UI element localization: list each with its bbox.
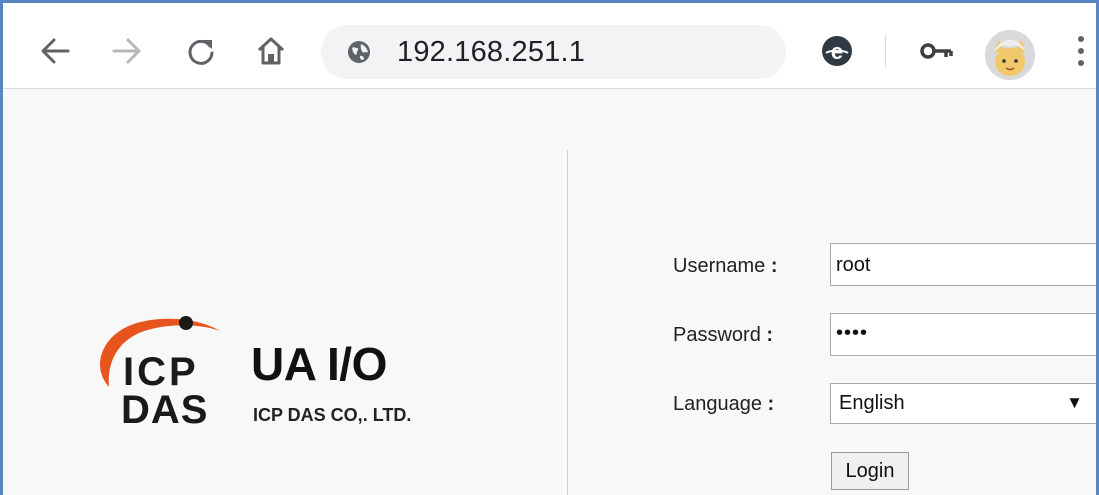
username-label: Username : (673, 255, 778, 277)
content-divider (567, 150, 568, 495)
language-select[interactable]: English ▼ (830, 383, 1096, 424)
browser-window: 192.168.251.1 e ICP DAS UA I/O ICP DAS C… (0, 0, 1099, 495)
home-icon[interactable] (253, 33, 289, 69)
product-title: UA I/O (251, 338, 387, 390)
icpdas-logo: ICP DAS (79, 315, 229, 432)
reload-icon[interactable] (183, 33, 219, 69)
browser-toolbar: 192.168.251.1 e (3, 3, 1096, 89)
password-field[interactable]: •••• (830, 313, 1096, 356)
company-name: ICP DAS CO,. LTD. (253, 405, 412, 425)
forward-arrow-icon[interactable] (109, 33, 145, 69)
password-label: Password : (673, 324, 774, 346)
toolbar-separator (885, 35, 886, 67)
back-arrow-icon[interactable] (37, 33, 73, 69)
address-bar[interactable]: 192.168.251.1 (321, 25, 786, 79)
chevron-down-icon[interactable]: ▼ (1066, 393, 1083, 413)
logo-text-das: DAS (121, 388, 208, 427)
language-label: Language : (673, 393, 775, 415)
username-field[interactable]: root (830, 243, 1096, 286)
ie-extension-icon[interactable]: e (819, 33, 855, 69)
key-icon[interactable] (919, 33, 955, 69)
login-button[interactable]: Login (831, 452, 909, 490)
url-text[interactable]: 192.168.251.1 (397, 36, 585, 69)
globe-icon[interactable] (347, 40, 371, 64)
kebab-menu-icon[interactable] (1063, 33, 1096, 69)
profile-avatar[interactable] (985, 30, 1035, 80)
